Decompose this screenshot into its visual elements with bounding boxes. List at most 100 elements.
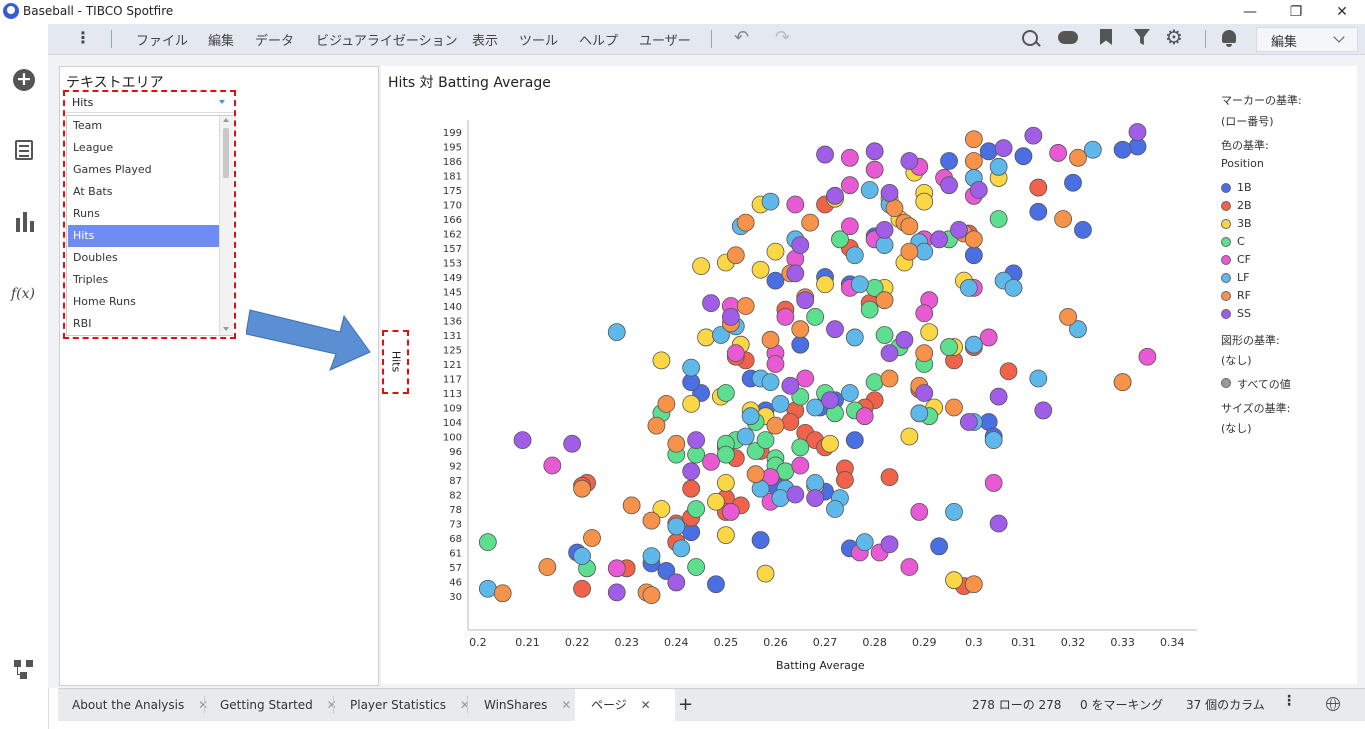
data-point-ss[interactable] bbox=[791, 236, 810, 255]
scatter-chart[interactable]: 0.2 0.21 0.22 0.23 0.24 0.25 0.26 0.27 0.28 0.29 0… bbox=[381, 90, 1211, 680]
data-point-c[interactable] bbox=[687, 500, 706, 518]
menu-view[interactable]: 表示 bbox=[472, 30, 498, 49]
data-point-rf[interactable] bbox=[647, 416, 666, 435]
legend-item-c[interactable]: C bbox=[1237, 235, 1245, 248]
data-point-c[interactable] bbox=[875, 326, 894, 344]
legend-item-cf[interactable]: CF bbox=[1237, 253, 1251, 266]
data-point-rf[interactable] bbox=[964, 152, 983, 170]
legend-marker-by-value[interactable]: (ロー番号) bbox=[1221, 113, 1274, 129]
data-point-ss[interactable] bbox=[806, 489, 825, 508]
list-item[interactable]: League bbox=[73, 137, 217, 159]
data-point-cf[interactable] bbox=[607, 559, 626, 578]
tab-about-the-analysis[interactable]: About the Analysis ✕ bbox=[72, 689, 208, 721]
data-point-lf[interactable] bbox=[607, 323, 626, 342]
data-point-rf[interactable] bbox=[573, 479, 591, 498]
data-point-lf[interactable] bbox=[1083, 140, 1102, 159]
filter-icon[interactable] bbox=[1134, 29, 1150, 45]
data-point-cf[interactable] bbox=[840, 217, 859, 236]
data-point-c[interactable] bbox=[806, 307, 825, 326]
menu-file[interactable]: ファイル bbox=[136, 30, 188, 49]
data-point-1b[interactable] bbox=[1064, 173, 1082, 192]
data-point-rf[interactable] bbox=[885, 199, 904, 218]
menu-visualization[interactable]: ビジュアライゼーション bbox=[316, 30, 458, 49]
data-point-rf[interactable] bbox=[657, 394, 676, 413]
data-point-rf[interactable] bbox=[761, 330, 780, 349]
tab-page-active[interactable]: ページ ✕ bbox=[575, 689, 675, 721]
data-point-ss[interactable] bbox=[989, 514, 1008, 533]
data-point-lf[interactable] bbox=[945, 502, 963, 521]
data-point-rf[interactable] bbox=[493, 584, 512, 603]
data-point-rf[interactable] bbox=[900, 217, 919, 236]
data-point-lf[interactable] bbox=[478, 579, 497, 598]
data-point-cf[interactable] bbox=[915, 304, 934, 323]
data-point-cf[interactable] bbox=[1138, 347, 1157, 366]
scroll-up-icon[interactable] bbox=[223, 118, 229, 122]
data-point-lf[interactable] bbox=[826, 500, 844, 518]
column-selector-dropdown[interactable]: Hits bbox=[66, 93, 234, 113]
data-point-c[interactable] bbox=[776, 462, 795, 481]
data-point-lf[interactable] bbox=[1029, 369, 1048, 388]
data-point-lf[interactable] bbox=[840, 384, 859, 402]
data-point-c[interactable] bbox=[791, 438, 810, 457]
legend-item-2b[interactable]: 2B bbox=[1237, 199, 1252, 212]
data-point-2b[interactable] bbox=[880, 468, 899, 487]
data-point-lf[interactable] bbox=[959, 278, 978, 297]
data-point-lf[interactable] bbox=[989, 157, 1008, 176]
data-point-ss[interactable] bbox=[915, 384, 934, 402]
data-point-rf[interactable] bbox=[791, 320, 810, 339]
legend-shape-by-value[interactable]: (なし) bbox=[1221, 352, 1252, 368]
data-point-lf[interactable] bbox=[964, 335, 983, 354]
data-point-c[interactable] bbox=[478, 533, 497, 552]
data-point-lf[interactable] bbox=[984, 431, 1003, 450]
data-point-cf[interactable] bbox=[766, 355, 785, 373]
data-point-c[interactable] bbox=[860, 300, 879, 319]
legend-item-1b[interactable]: 1B bbox=[1237, 181, 1252, 194]
data-point-lf[interactable] bbox=[845, 246, 864, 265]
notifications-icon[interactable] bbox=[1222, 30, 1236, 47]
data-point-ss[interactable] bbox=[682, 462, 701, 481]
data-point-rf[interactable] bbox=[964, 130, 983, 149]
data-point-rf[interactable] bbox=[964, 230, 983, 249]
data-point-3b[interactable] bbox=[697, 328, 715, 347]
data-point-ss[interactable] bbox=[781, 376, 800, 395]
data-point-rf[interactable] bbox=[880, 369, 899, 388]
menu-user[interactable]: ユーザー bbox=[639, 30, 691, 49]
data-point-rf[interactable] bbox=[875, 291, 894, 310]
chart-legend[interactable]: マーカーの基準: (ロー番号) 色の基準: Position 1B 2B 3B C CF… bbox=[1221, 90, 1356, 450]
data-point-cf[interactable] bbox=[543, 456, 562, 475]
data-point-3b[interactable] bbox=[716, 473, 735, 492]
data-point-ss[interactable] bbox=[900, 152, 919, 170]
legend-item-ss[interactable]: SS bbox=[1237, 307, 1251, 320]
restore-button[interactable]: ❐ bbox=[1273, 0, 1319, 24]
tab-winshares[interactable]: WinShares ✕ bbox=[484, 689, 571, 721]
data-point-lf[interactable] bbox=[573, 547, 591, 566]
data-point-rf[interactable] bbox=[900, 242, 919, 261]
data-point-2b[interactable] bbox=[835, 471, 854, 489]
legend-size-by-value[interactable]: (なし) bbox=[1221, 420, 1252, 436]
legend-all-values[interactable]: すべての値 bbox=[1237, 376, 1291, 392]
data-point-lf[interactable] bbox=[736, 427, 755, 446]
data-point-rf[interactable] bbox=[915, 344, 934, 363]
data-point-rf[interactable] bbox=[801, 213, 820, 232]
add-page-button[interactable]: + bbox=[678, 689, 693, 721]
data-point-1b[interactable] bbox=[791, 335, 810, 354]
data-point-cf[interactable] bbox=[702, 452, 720, 471]
data-point-cf[interactable] bbox=[840, 148, 859, 167]
data-point-rf[interactable] bbox=[622, 496, 641, 515]
data-point-lf[interactable] bbox=[860, 181, 879, 199]
data-point-rf[interactable] bbox=[538, 558, 557, 576]
data-point-ss[interactable] bbox=[796, 291, 815, 310]
data-point-c[interactable] bbox=[756, 431, 775, 450]
comments-icon[interactable] bbox=[1058, 31, 1078, 44]
legend-item-lf[interactable]: LF bbox=[1237, 271, 1249, 284]
data-point-lf[interactable] bbox=[771, 489, 790, 508]
data-point-ss[interactable] bbox=[1128, 123, 1147, 141]
tab-getting-started[interactable]: Getting Started ✕ bbox=[220, 689, 337, 721]
data-point-ss[interactable] bbox=[989, 387, 1008, 406]
bookmark-icon[interactable] bbox=[1100, 29, 1112, 45]
data-point-lf[interactable] bbox=[761, 373, 780, 392]
data-point-cf[interactable] bbox=[910, 502, 929, 521]
close-icon[interactable]: ✕ bbox=[561, 698, 571, 712]
data-point-cf[interactable] bbox=[776, 307, 795, 326]
data-point-ss[interactable] bbox=[880, 535, 899, 554]
